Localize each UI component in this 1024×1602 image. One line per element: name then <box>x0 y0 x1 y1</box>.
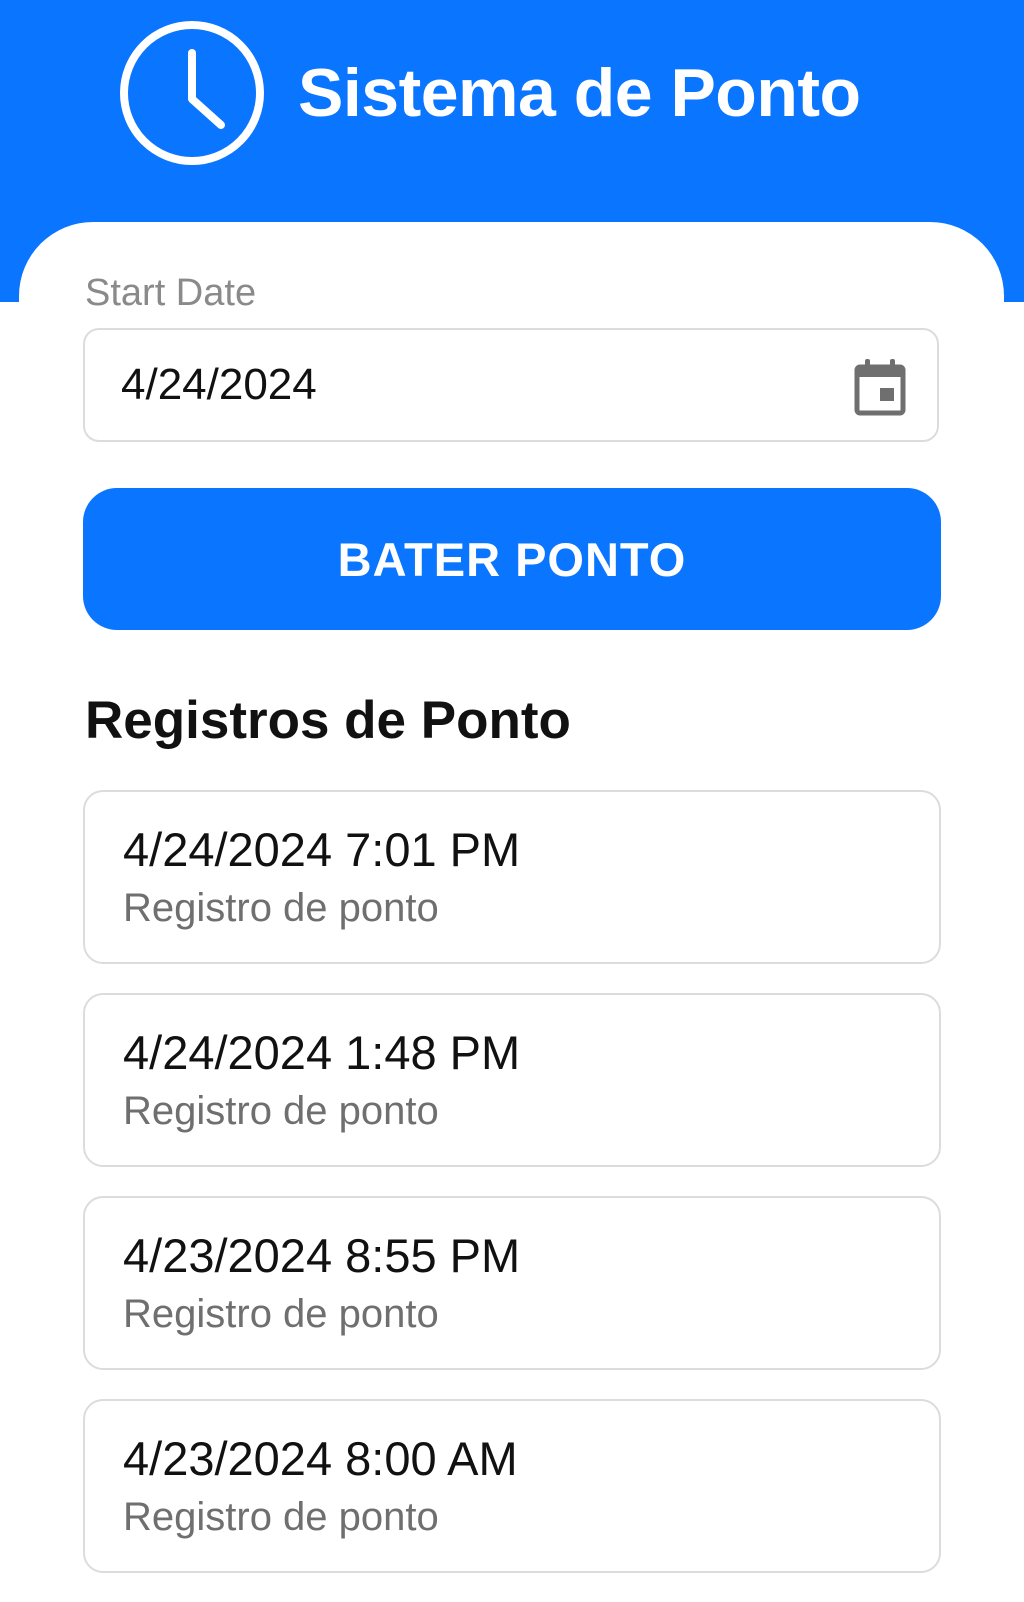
record-item[interactable]: 4/24/2024 7:01 PM Registro de ponto <box>83 790 941 964</box>
header-brand: Sistema de Ponto <box>118 19 861 167</box>
app-title: Sistema de Ponto <box>298 55 861 131</box>
record-time: 4/23/2024 8:00 AM <box>123 1432 518 1485</box>
record-time: 4/24/2024 7:01 PM <box>123 823 521 876</box>
start-date-field[interactable]: 4/24/2024 <box>83 328 939 442</box>
record-item[interactable]: 4/24/2024 1:48 PM Registro de ponto <box>83 993 941 1167</box>
bater-ponto-button[interactable]: BATER PONTO <box>83 488 941 630</box>
record-description: Registro de ponto <box>123 886 439 930</box>
record-description: Registro de ponto <box>123 1089 439 1133</box>
start-date-label: Start Date <box>85 272 257 314</box>
record-description: Registro de ponto <box>123 1292 439 1336</box>
record-item[interactable]: 4/23/2024 8:00 AM Registro de ponto <box>83 1399 941 1573</box>
record-description: Registro de ponto <box>123 1495 439 1539</box>
clock-icon <box>120 21 264 165</box>
calendar-icon[interactable] <box>853 357 907 417</box>
records-title: Registros de Ponto <box>85 691 571 750</box>
record-time: 4/24/2024 1:48 PM <box>123 1026 521 1079</box>
record-time: 4/23/2024 8:55 PM <box>123 1229 521 1282</box>
start-date-value: 4/24/2024 <box>121 360 317 409</box>
record-item[interactable]: 4/23/2024 8:55 PM Registro de ponto <box>83 1196 941 1370</box>
records-list: 4/24/2024 7:01 PM Registro de ponto 4/24… <box>83 790 941 1602</box>
